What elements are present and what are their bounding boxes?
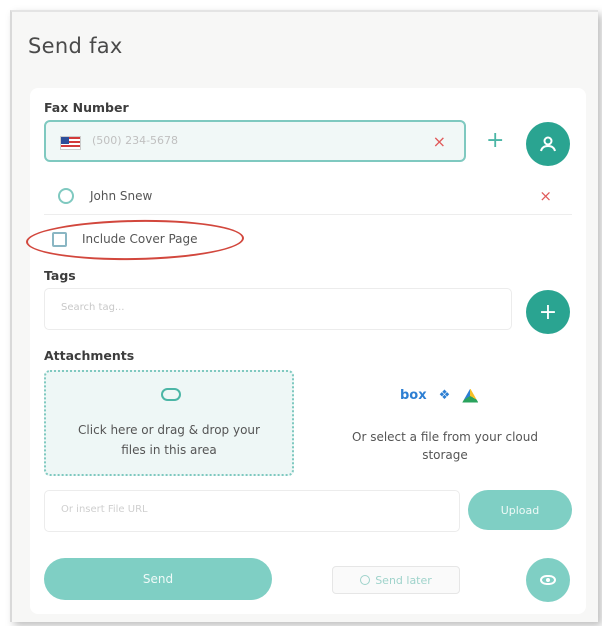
file-url-input[interactable]: Or insert File URL <box>44 490 460 532</box>
eye-icon <box>540 575 556 585</box>
contacts-button[interactable] <box>526 122 570 166</box>
contact-icon <box>58 188 74 204</box>
fax-number-placeholder: (500) 234-5678 <box>92 134 179 147</box>
page-title: Send fax <box>28 34 123 58</box>
fax-number-label: Fax Number <box>44 100 129 115</box>
tags-placeholder: Search tag... <box>61 302 125 313</box>
plus-icon: + <box>538 299 558 325</box>
cloud-upload-icon <box>161 388 181 401</box>
drop-zone-text: Click here or drag & drop your files in … <box>78 423 260 457</box>
clock-icon <box>360 575 371 585</box>
dropbox-icon[interactable]: ❖ <box>439 388 451 403</box>
send-button[interactable]: Send <box>44 558 272 600</box>
add-number-icon[interactable]: + <box>486 128 504 153</box>
tags-search-input[interactable]: Search tag... <box>44 288 512 330</box>
send-later-label: Send later <box>375 573 432 587</box>
box-icon[interactable]: box <box>400 388 427 403</box>
file-drop-zone[interactable]: Click here or drag & drop your files in … <box>44 370 294 476</box>
recipient-name: John Snew <box>90 189 153 203</box>
cloud-storage-picker: box ❖ Or select a file from your cloud s… <box>318 374 572 470</box>
send-later-button[interactable]: Send later <box>332 566 460 594</box>
fax-number-field[interactable]: (500) 234-5678 × <box>44 120 466 162</box>
cover-page-label[interactable]: Include Cover Page <box>82 232 198 246</box>
cloud-provider-logos: box ❖ <box>400 388 479 403</box>
remove-recipient-icon[interactable]: × <box>539 187 552 205</box>
file-url-placeholder: Or insert File URL <box>61 504 148 515</box>
cover-page-checkbox[interactable] <box>52 232 67 247</box>
upload-button[interactable]: Upload <box>468 490 572 530</box>
attachments-label: Attachments <box>44 348 135 363</box>
recipient-row: John Snew × <box>44 180 572 215</box>
tags-label: Tags <box>44 268 76 283</box>
us-flag-icon[interactable] <box>60 136 81 150</box>
user-icon <box>540 136 556 152</box>
cloud-storage-text: Or select a file from your cloud storage <box>352 430 538 462</box>
add-tag-button[interactable]: + <box>526 290 570 334</box>
preview-button[interactable] <box>526 558 570 602</box>
google-drive-icon[interactable] <box>462 388 479 403</box>
clear-icon[interactable]: × <box>433 132 446 151</box>
